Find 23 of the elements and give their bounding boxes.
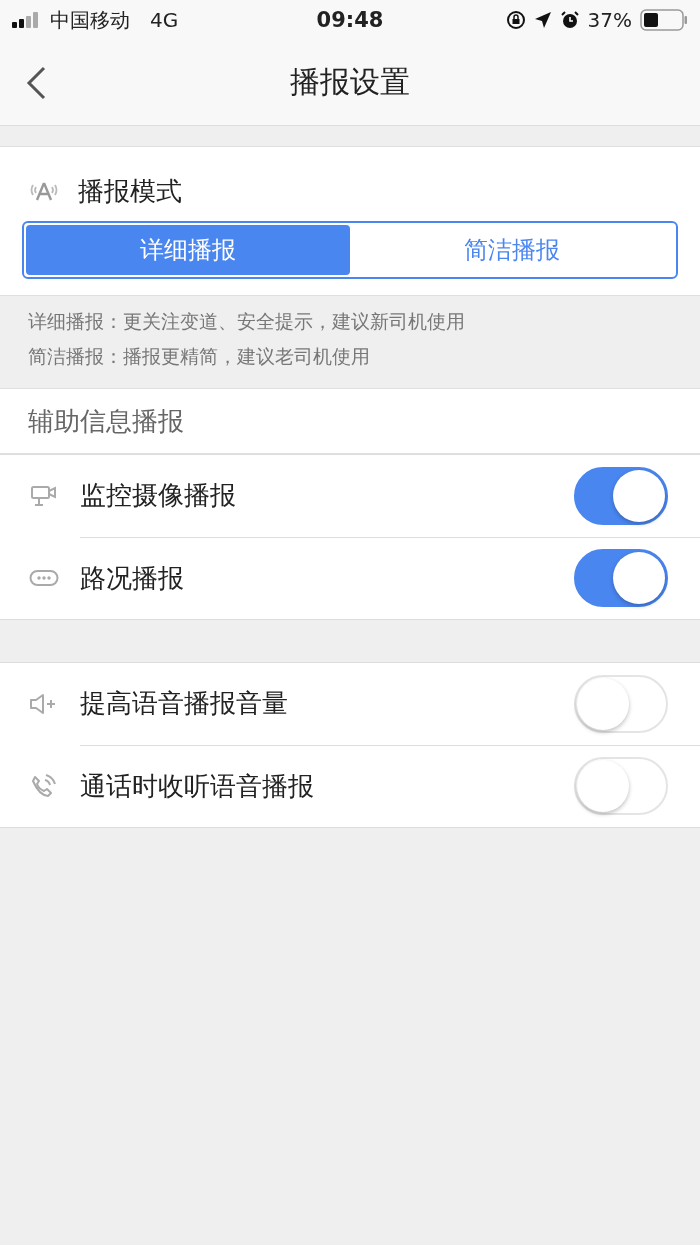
setting-label: 监控摄像播报 — [80, 479, 236, 512]
rotation-lock-icon — [505, 10, 526, 30]
battery-percent: 37% — [587, 8, 632, 32]
battery-icon — [640, 9, 688, 31]
toggle-switch[interactable] — [574, 466, 668, 525]
alarm-icon — [559, 10, 580, 30]
broadcast-icon — [28, 180, 60, 202]
carrier-name: 中国移动 — [50, 6, 130, 34]
section-title: 播报模式 — [78, 174, 182, 208]
back-icon[interactable] — [26, 66, 46, 100]
setting-label: 提高语音播报音量 — [80, 687, 288, 720]
section-header: 辅助信息播报 — [28, 404, 184, 438]
toggle-switch[interactable] — [574, 549, 668, 607]
network-type: 4G — [150, 8, 179, 32]
mode-tab[interactable]: 详细播报 — [26, 225, 350, 275]
clock-time: 09:48 — [316, 8, 384, 32]
description-text: 详细播报：更关注变道、安全提示，建议新司机使用 — [28, 309, 466, 334]
setting-label: 路况播报 — [80, 561, 184, 595]
dots-bubble-icon — [28, 568, 60, 588]
location-arrow-icon — [533, 11, 552, 29]
setting-label: 通话时收听语音播报 — [80, 769, 314, 803]
description-text: 简洁播报：播报更精简，建议老司机使用 — [28, 344, 371, 369]
page-title: 播报设置 — [290, 63, 410, 101]
